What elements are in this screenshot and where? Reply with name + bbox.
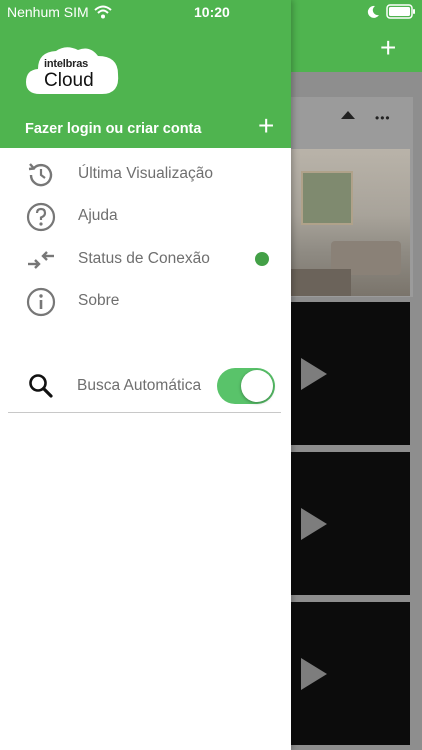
add-button[interactable]: + xyxy=(258,112,274,140)
connection-status-indicator xyxy=(255,252,269,266)
wifi-icon xyxy=(94,5,112,19)
camera-snapshot[interactable] xyxy=(291,149,410,296)
video-tile[interactable] xyxy=(291,602,410,745)
menu-item-label: Última Visualização xyxy=(78,165,213,182)
menu-item-help[interactable]: Ajuda xyxy=(0,198,291,238)
menu-item-about[interactable]: Sobre xyxy=(0,284,291,324)
carrier-label: Nenhum SIM xyxy=(7,4,89,20)
menu-item-last-view[interactable]: Última Visualização xyxy=(0,156,291,196)
logo-name-text: Cloud xyxy=(44,70,94,91)
menu-item-label: Ajuda xyxy=(78,207,118,224)
rug xyxy=(291,269,351,296)
info-icon xyxy=(26,287,56,317)
menu-item-label: Sobre xyxy=(78,292,120,309)
logo-brand-text: intelbras xyxy=(44,58,89,70)
divider xyxy=(8,412,281,413)
video-tile[interactable] xyxy=(291,302,410,445)
play-icon[interactable] xyxy=(301,658,327,690)
camera-card[interactable]: ••• xyxy=(291,97,413,297)
window xyxy=(301,171,353,225)
toggle-knob xyxy=(241,370,273,402)
search-icon xyxy=(29,374,53,398)
battery-icon xyxy=(386,4,415,19)
play-icon[interactable] xyxy=(301,358,327,390)
menu-item-label: Status de Conexão xyxy=(78,250,210,267)
video-tile[interactable] xyxy=(291,452,410,595)
connection-arrows-icon xyxy=(28,251,54,269)
clock: 10:20 xyxy=(194,4,230,20)
play-icon[interactable] xyxy=(301,508,327,540)
collapse-arrow-icon[interactable] xyxy=(341,111,355,119)
help-icon xyxy=(26,202,56,232)
login-link[interactable]: Fazer login ou criar conta xyxy=(25,121,201,137)
moon-icon xyxy=(367,5,379,18)
history-icon xyxy=(28,163,53,187)
background-add-button[interactable]: + xyxy=(380,34,396,62)
more-options-button[interactable]: ••• xyxy=(375,111,391,125)
auto-search-label: Busca Automática xyxy=(77,377,202,394)
menu-item-connection-status[interactable]: Status de Conexão xyxy=(0,241,291,281)
